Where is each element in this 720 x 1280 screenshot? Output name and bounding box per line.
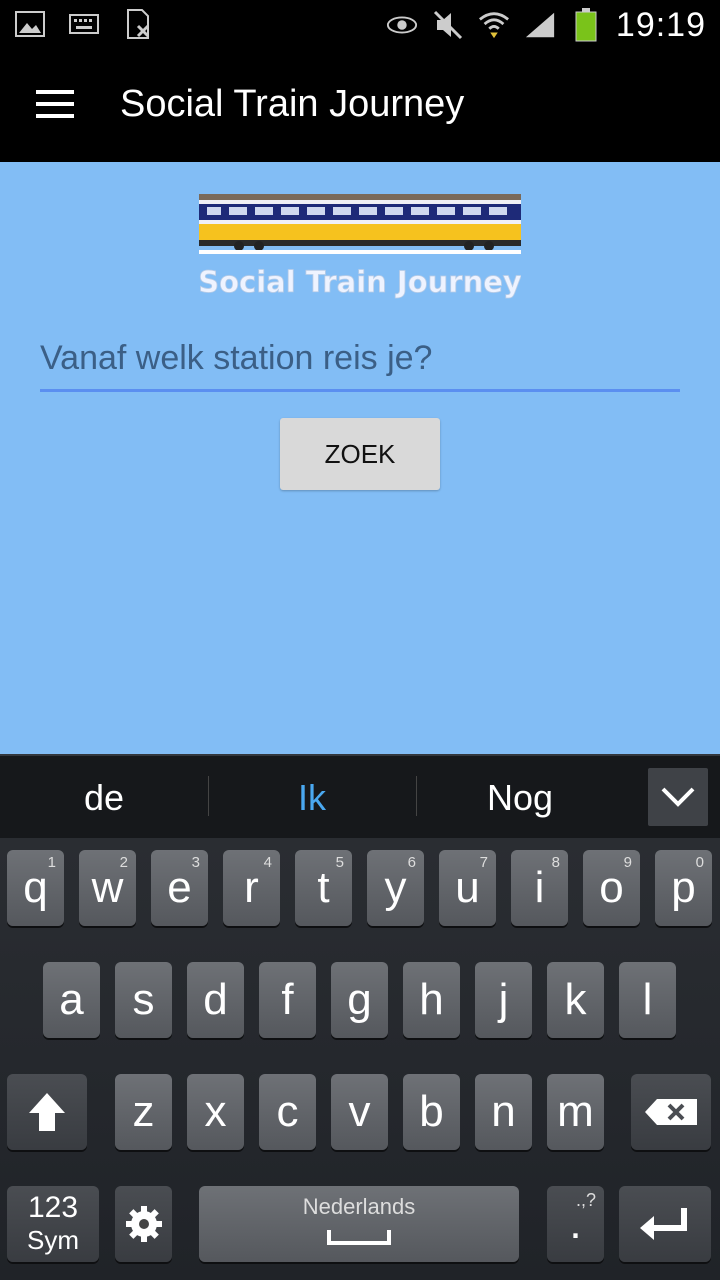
key-g[interactable]: g	[331, 962, 388, 1038]
key-o[interactable]: 9o	[583, 850, 640, 926]
suggestion-1[interactable]: de	[0, 756, 208, 840]
battery-icon	[570, 8, 602, 42]
key-n[interactable]: n	[475, 1074, 532, 1150]
app-bar: Social Train Journey	[0, 50, 720, 162]
key-x[interactable]: x	[187, 1074, 244, 1150]
space-key[interactable]: Nederlands	[199, 1186, 519, 1262]
key-w[interactable]: 2w	[79, 850, 136, 926]
space-icon	[327, 1230, 391, 1245]
key-y[interactable]: 6y	[367, 850, 424, 926]
key-v[interactable]: v	[331, 1074, 388, 1150]
keyboard-icon	[68, 8, 100, 40]
main-content: Social Train Journey ZOEK	[0, 162, 720, 754]
key-b[interactable]: b	[403, 1074, 460, 1150]
key-h[interactable]: h	[403, 962, 460, 1038]
wifi-icon	[478, 9, 510, 41]
key-j[interactable]: j	[475, 962, 532, 1038]
backspace-key[interactable]	[631, 1074, 711, 1150]
train-logo: Social Train Journey	[199, 194, 521, 299]
key-f[interactable]: f	[259, 962, 316, 1038]
key-p[interactable]: 0p	[655, 850, 712, 926]
key-s[interactable]: s	[115, 962, 172, 1038]
gear-icon	[125, 1206, 162, 1242]
key-i[interactable]: 8i	[511, 850, 568, 926]
key-a[interactable]: a	[43, 962, 100, 1038]
collapse-keyboard-button[interactable]	[648, 768, 708, 826]
settings-key[interactable]	[115, 1186, 172, 1262]
status-time: 19:19	[615, 5, 706, 44]
key-z[interactable]: z	[115, 1074, 172, 1150]
suggestion-2[interactable]: Ik	[208, 756, 416, 840]
signal-icon	[524, 9, 556, 41]
shift-arrow-icon	[29, 1093, 65, 1131]
page-title: Social Train Journey	[120, 83, 465, 125]
key-c[interactable]: c	[259, 1074, 316, 1150]
key-e[interactable]: 3e	[151, 850, 208, 926]
eye-icon	[386, 9, 418, 41]
no-sim-icon	[122, 8, 154, 40]
key-m[interactable]: m	[547, 1074, 604, 1150]
logo-text: Social Train Journey	[199, 265, 521, 299]
period-key[interactable]: .,? .	[547, 1186, 604, 1262]
key-l[interactable]: l	[619, 962, 676, 1038]
menu-icon[interactable]	[36, 90, 76, 122]
suggestion-bar: de Ik Nog	[0, 754, 720, 838]
suggestion-3[interactable]: Nog	[416, 756, 624, 840]
key-k[interactable]: k	[547, 962, 604, 1038]
search-button[interactable]: ZOEK	[280, 418, 440, 490]
soft-keyboard: de Ik Nog 1q 2w 3e 4r 5t 6y 7u 8i 9o 0p …	[0, 754, 720, 1280]
search-input[interactable]	[40, 334, 680, 392]
mute-icon	[432, 9, 464, 41]
key-u[interactable]: 7u	[439, 850, 496, 926]
key-t[interactable]: 5t	[295, 850, 352, 926]
key-q[interactable]: 1q	[7, 850, 64, 926]
shift-key[interactable]	[7, 1074, 87, 1150]
image-icon	[14, 8, 46, 40]
status-bar: 19:19	[0, 0, 720, 50]
key-area: 1q 2w 3e 4r 5t 6y 7u 8i 9o 0p a s d f g …	[0, 838, 720, 1280]
enter-arrow-icon	[640, 1208, 687, 1240]
enter-key[interactable]	[619, 1186, 711, 1262]
symbols-key[interactable]: 123 Sym	[7, 1186, 99, 1262]
key-d[interactable]: d	[187, 962, 244, 1038]
backspace-icon	[645, 1099, 697, 1125]
chevron-down-icon	[661, 787, 695, 807]
key-r[interactable]: 4r	[223, 850, 280, 926]
